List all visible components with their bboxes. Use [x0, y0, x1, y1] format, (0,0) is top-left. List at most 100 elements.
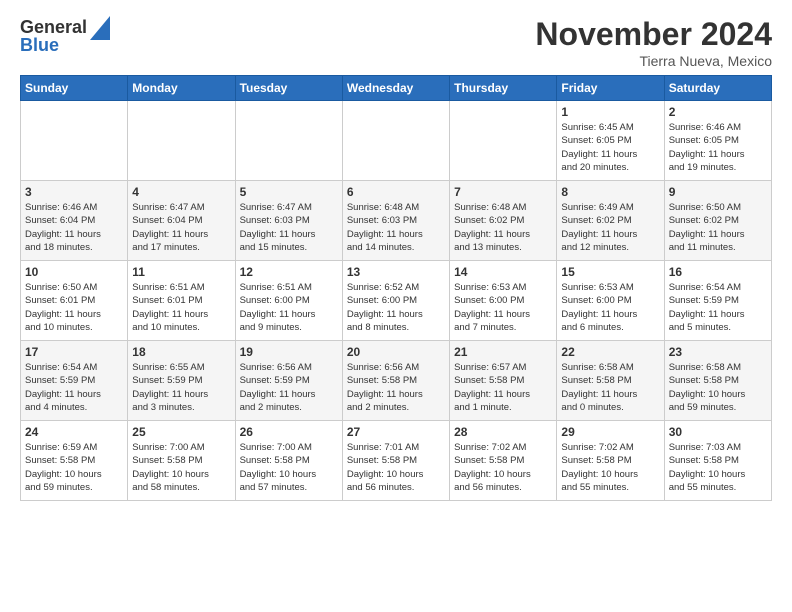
day-info: Sunrise: 6:57 AM Sunset: 5:58 PM Dayligh… [454, 361, 552, 414]
table-row: 30 Sunrise: 7:03 AM Sunset: 5:58 PM Dayli… [664, 421, 771, 501]
table-row: 20 Sunrise: 6:56 AM Sunset: 5:58 PM Dayli… [342, 341, 449, 421]
table-row: 11Sunrise: 6:51 AM Sunset: 6:01 PM Dayli… [128, 261, 235, 341]
table-row: 12 Sunrise: 6:51 AM Sunset: 6:00 PM Dayli… [235, 261, 342, 341]
calendar-week-row: 17 Sunrise: 6:54 AM Sunset: 5:59 PM Dayli… [21, 341, 772, 421]
header-thursday: Thursday [450, 76, 557, 101]
day-number: 5 [240, 185, 338, 199]
table-row: 3 Sunrise: 6:46 AM Sunset: 6:04 PM Daylig… [21, 181, 128, 261]
calendar-header-row: Sunday Monday Tuesday Wednesday Thursday… [21, 76, 772, 101]
table-row: 5 Sunrise: 6:47 AM Sunset: 6:03 PM Daylig… [235, 181, 342, 261]
header: General Blue November 2024 Tierra Nueva,… [20, 16, 772, 69]
table-row: 19Sunrise: 6:56 AM Sunset: 5:59 PM Dayli… [235, 341, 342, 421]
day-info: Sunrise: 6:58 AM Sunset: 5:58 PM Dayligh… [561, 361, 659, 414]
title-block: November 2024 Tierra Nueva, Mexico [535, 16, 772, 69]
day-number: 2 [669, 105, 767, 119]
day-info: Sunrise: 7:02 AM Sunset: 5:58 PM Dayligh… [561, 441, 659, 494]
day-number: 21 [454, 345, 552, 359]
day-info: Sunrise: 6:50 AM Sunset: 6:01 PM Dayligh… [25, 281, 123, 334]
day-number: 8 [561, 185, 659, 199]
table-row: 9 Sunrise: 6:50 AM Sunset: 6:02 PM Daylig… [664, 181, 771, 261]
logo: General Blue [20, 16, 110, 56]
day-info: Sunrise: 6:47 AM Sunset: 6:03 PM Dayligh… [240, 201, 338, 254]
calendar-title: November 2024 [535, 16, 772, 53]
table-row [235, 101, 342, 181]
table-row: 25Sunrise: 7:00 AM Sunset: 5:58 PM Dayli… [128, 421, 235, 501]
day-number: 1 [561, 105, 659, 119]
day-info: Sunrise: 7:00 AM Sunset: 5:58 PM Dayligh… [240, 441, 338, 494]
day-info: Sunrise: 6:46 AM Sunset: 6:04 PM Dayligh… [25, 201, 123, 254]
table-row: 14Sunrise: 6:53 AM Sunset: 6:00 PM Dayli… [450, 261, 557, 341]
day-number: 12 [240, 265, 338, 279]
day-info: Sunrise: 6:51 AM Sunset: 6:00 PM Dayligh… [240, 281, 338, 334]
table-row: 13 Sunrise: 6:52 AM Sunset: 6:00 PM Dayli… [342, 261, 449, 341]
day-number: 22 [561, 345, 659, 359]
calendar-week-row: 1Sunrise: 6:45 AM Sunset: 6:05 PM Daylig… [21, 101, 772, 181]
day-number: 30 [669, 425, 767, 439]
calendar-week-row: 3 Sunrise: 6:46 AM Sunset: 6:04 PM Daylig… [21, 181, 772, 261]
day-info: Sunrise: 6:58 AM Sunset: 5:58 PM Dayligh… [669, 361, 767, 414]
table-row: 2 Sunrise: 6:46 AM Sunset: 6:05 PM Daylig… [664, 101, 771, 181]
table-row: 17 Sunrise: 6:54 AM Sunset: 5:59 PM Dayli… [21, 341, 128, 421]
table-row: 22 Sunrise: 6:58 AM Sunset: 5:58 PM Dayli… [557, 341, 664, 421]
day-info: Sunrise: 6:47 AM Sunset: 6:04 PM Dayligh… [132, 201, 230, 254]
calendar-week-row: 24 Sunrise: 6:59 AM Sunset: 5:58 PM Dayli… [21, 421, 772, 501]
day-number: 23 [669, 345, 767, 359]
day-info: Sunrise: 6:54 AM Sunset: 5:59 PM Dayligh… [669, 281, 767, 334]
day-info: Sunrise: 6:53 AM Sunset: 6:00 PM Dayligh… [561, 281, 659, 334]
day-info: Sunrise: 6:50 AM Sunset: 6:02 PM Dayligh… [669, 201, 767, 254]
header-sunday: Sunday [21, 76, 128, 101]
day-number: 20 [347, 345, 445, 359]
day-info: Sunrise: 7:02 AM Sunset: 5:58 PM Dayligh… [454, 441, 552, 494]
day-number: 13 [347, 265, 445, 279]
day-number: 3 [25, 185, 123, 199]
logo-triangle-icon [90, 16, 110, 40]
table-row: 6 Sunrise: 6:48 AM Sunset: 6:03 PM Daylig… [342, 181, 449, 261]
day-number: 17 [25, 345, 123, 359]
table-row: 15 Sunrise: 6:53 AM Sunset: 6:00 PM Dayli… [557, 261, 664, 341]
page: General Blue November 2024 Tierra Nueva,… [0, 0, 792, 612]
header-saturday: Saturday [664, 76, 771, 101]
day-info: Sunrise: 6:56 AM Sunset: 5:58 PM Dayligh… [347, 361, 445, 414]
table-row: 21 Sunrise: 6:57 AM Sunset: 5:58 PM Dayli… [450, 341, 557, 421]
table-row: 24 Sunrise: 6:59 AM Sunset: 5:58 PM Dayli… [21, 421, 128, 501]
day-number: 7 [454, 185, 552, 199]
day-info: Sunrise: 6:59 AM Sunset: 5:58 PM Dayligh… [25, 441, 123, 494]
day-number: 6 [347, 185, 445, 199]
day-info: Sunrise: 6:48 AM Sunset: 6:03 PM Dayligh… [347, 201, 445, 254]
day-info: Sunrise: 7:03 AM Sunset: 5:58 PM Dayligh… [669, 441, 767, 494]
day-info: Sunrise: 6:56 AM Sunset: 5:59 PM Dayligh… [240, 361, 338, 414]
day-number: 15 [561, 265, 659, 279]
table-row: 18Sunrise: 6:55 AM Sunset: 5:59 PM Dayli… [128, 341, 235, 421]
table-row: 4 Sunrise: 6:47 AM Sunset: 6:04 PM Daylig… [128, 181, 235, 261]
day-number: 27 [347, 425, 445, 439]
table-row [342, 101, 449, 181]
day-number: 10 [25, 265, 123, 279]
calendar-subtitle: Tierra Nueva, Mexico [535, 53, 772, 69]
table-row: 1Sunrise: 6:45 AM Sunset: 6:05 PM Daylig… [557, 101, 664, 181]
table-row: 27Sunrise: 7:01 AM Sunset: 5:58 PM Dayli… [342, 421, 449, 501]
table-row: 8Sunrise: 6:49 AM Sunset: 6:02 PM Daylig… [557, 181, 664, 261]
calendar-week-row: 10 Sunrise: 6:50 AM Sunset: 6:01 PM Dayli… [21, 261, 772, 341]
table-row [450, 101, 557, 181]
table-row: 28 Sunrise: 7:02 AM Sunset: 5:58 PM Dayli… [450, 421, 557, 501]
calendar-table: Sunday Monday Tuesday Wednesday Thursday… [20, 75, 772, 501]
day-info: Sunrise: 6:54 AM Sunset: 5:59 PM Dayligh… [25, 361, 123, 414]
day-number: 14 [454, 265, 552, 279]
day-number: 9 [669, 185, 767, 199]
day-info: Sunrise: 6:52 AM Sunset: 6:00 PM Dayligh… [347, 281, 445, 334]
table-row [128, 101, 235, 181]
table-row: 16 Sunrise: 6:54 AM Sunset: 5:59 PM Dayli… [664, 261, 771, 341]
table-row: 26Sunrise: 7:00 AM Sunset: 5:58 PM Dayli… [235, 421, 342, 501]
header-tuesday: Tuesday [235, 76, 342, 101]
day-number: 11 [132, 265, 230, 279]
day-number: 28 [454, 425, 552, 439]
day-info: Sunrise: 6:55 AM Sunset: 5:59 PM Dayligh… [132, 361, 230, 414]
day-info: Sunrise: 6:46 AM Sunset: 6:05 PM Dayligh… [669, 121, 767, 174]
header-friday: Friday [557, 76, 664, 101]
day-number: 24 [25, 425, 123, 439]
day-number: 4 [132, 185, 230, 199]
header-monday: Monday [128, 76, 235, 101]
day-number: 25 [132, 425, 230, 439]
header-wednesday: Wednesday [342, 76, 449, 101]
day-number: 16 [669, 265, 767, 279]
